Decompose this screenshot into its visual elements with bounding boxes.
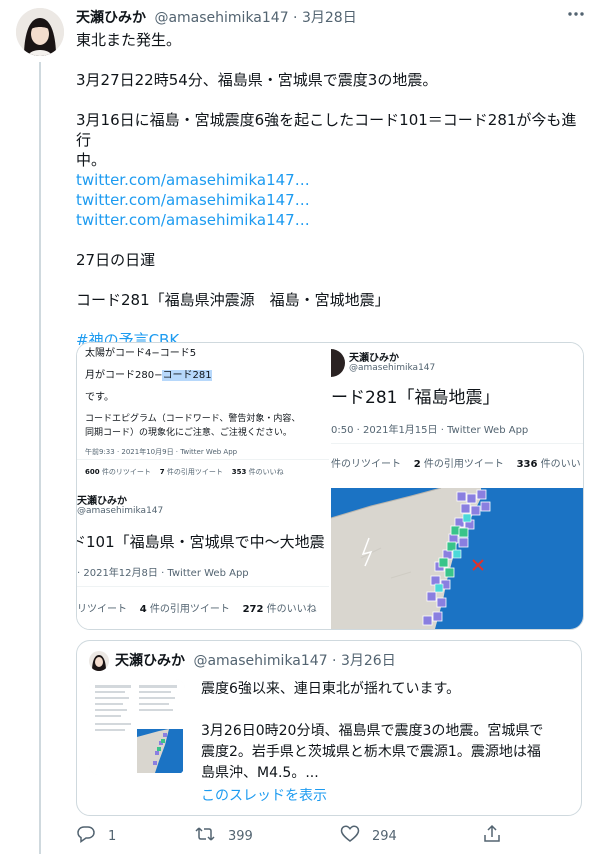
img1-line: 月がコード280−コード281	[85, 369, 212, 383]
reply-button[interactable]: 1	[76, 824, 116, 848]
like-button[interactable]: 294	[340, 824, 397, 848]
media-image-1[interactable]: 太陽がコード4−コード5 月がコード280−コード281 です。 コードエピグラ…	[77, 343, 329, 486]
quote-handle: @amasehimika147	[193, 653, 328, 669]
media-grid: 太陽がコード4−コード5 月がコード280−コード281 です。 コードエピグラ…	[76, 342, 584, 630]
tweet-link-2[interactable]: twitter.com/amasehimika147…	[76, 190, 582, 210]
retweet-icon	[194, 824, 216, 848]
thread-line	[39, 62, 41, 854]
avatar-image	[16, 8, 64, 56]
img2-handle: @amasehimika147	[349, 363, 436, 373]
user-handle[interactable]: @amasehimika147	[154, 10, 288, 26]
img1-line: です。	[85, 392, 114, 403]
img1-meta: 午前9:33 · 2021年10月9日 · Twitter Web App	[85, 448, 238, 456]
more-icon[interactable]	[566, 4, 586, 29]
img2-name: 天瀬ひみか	[349, 353, 399, 364]
show-thread-link[interactable]: このスレッドを表示	[201, 786, 573, 807]
media-image-4[interactable]	[331, 488, 583, 629]
tweet-date[interactable]: 3月28日	[302, 10, 357, 26]
reply-icon	[76, 824, 96, 848]
text-line: 27日の日運	[76, 251, 156, 269]
img1-line2-prefix: 月がコード280−	[85, 370, 163, 381]
quote-line: 3月26日0時20分頃、福島県で震度3の地震。宮城県で	[201, 723, 544, 739]
img2-avatar	[331, 349, 345, 377]
img1-line: 同期コード）の現象化にご注意、ご注視ください。	[85, 428, 292, 438]
tweet-link-3[interactable]: twitter.com/amasehimika147…	[76, 210, 582, 230]
img3-stats: リツイート 4 件の引用ツイート 272 件のいいね	[77, 604, 317, 615]
quote-line: 震度2。岩手県と茨城県と栃木県で震源1。震源地は福	[201, 744, 541, 760]
img1-stats: 600 件のリツイート 7 件の引用ツイート 353 件のいいね	[85, 468, 284, 476]
img3-name: 天瀬ひみか	[77, 496, 127, 507]
action-bar: 1 399 294	[76, 824, 582, 850]
tweet-header: 天瀬ひみか @amasehimika147 · 3月28日	[76, 8, 586, 30]
media-image-3[interactable]: 天瀬ひみか @amasehimika147 ド101「福島県・宮城県で中〜大地震…	[77, 488, 329, 629]
like-icon	[340, 824, 360, 848]
avatar[interactable]	[16, 8, 64, 56]
like-count: 294	[372, 828, 397, 844]
text-line: 中。	[76, 151, 107, 169]
text-line: 東北また発生。	[76, 31, 182, 49]
img1-highlight: コード281	[162, 370, 212, 381]
quote-thumbnail	[89, 679, 185, 775]
text-line: 3月27日22時54分、福島県・宮城県で震度3の地震。	[76, 71, 438, 89]
text-line: コード281「福島県沖震源 福島・宮城地震」	[76, 291, 390, 309]
quote-line: 震度6強以来、連日東北が揺れています。	[201, 681, 461, 697]
media-image-2[interactable]: 天瀬ひみか @amasehimika147 ード281「福島地震」 0:50 ·…	[331, 343, 583, 486]
img2-stats: 件のリツイート 2 件の引用ツイート 336 件のいい	[331, 459, 581, 470]
img3-headline: ド101「福島県・宮城県で中〜大地震	[77, 533, 325, 551]
text-line: 3月16日に福島・宮城震度6強を起こしたコード101＝コード281が今も進行	[76, 111, 577, 149]
retweet-button[interactable]: 399	[194, 824, 253, 848]
separator: ·	[288, 10, 302, 26]
retweet-count: 399	[228, 828, 253, 844]
share-button[interactable]	[482, 824, 502, 848]
share-icon	[482, 824, 502, 848]
img2-headline: ード281「福島地震」	[331, 388, 500, 408]
quote-line: 島県沖、M4.5。...	[201, 765, 319, 781]
img2-meta: 0:50 · 2021年1月15日 · Twitter Web App	[331, 425, 529, 436]
quoted-tweet[interactable]: 天瀬ひみか @amasehimika147 · 3月26日 震度6強以来、連日東…	[76, 640, 582, 816]
quote-date: 3月26日	[340, 653, 396, 669]
tweet-text: 東北また発生。 3月27日22時54分、福島県・宮城県で震度3の地震。 3月16…	[76, 30, 582, 350]
reply-count: 1	[108, 828, 117, 844]
tweet-link-1[interactable]: twitter.com/amasehimika147…	[76, 170, 582, 190]
quote-separator: ·	[327, 653, 341, 669]
img1-line: コードエピグラム（コードワード、警告対象・内容、	[85, 414, 301, 424]
quote-display-name: 天瀬ひみか	[115, 653, 185, 669]
quote-text: 震度6強以来、連日東北が揺れています。 3月26日0時20分頃、福島県で震度3の…	[201, 679, 573, 807]
quote-header: 天瀬ひみか @amasehimika147 · 3月26日	[115, 651, 396, 671]
img1-line: 太陽がコード4−コード5	[85, 348, 197, 359]
display-name[interactable]: 天瀬ひみか	[76, 10, 146, 26]
quote-avatar	[89, 651, 109, 671]
earthquake-map-icon	[331, 488, 583, 629]
img3-handle: @amasehimika147	[77, 506, 164, 516]
img3-meta: · 2021年12月8日 · Twitter Web App	[77, 568, 249, 579]
